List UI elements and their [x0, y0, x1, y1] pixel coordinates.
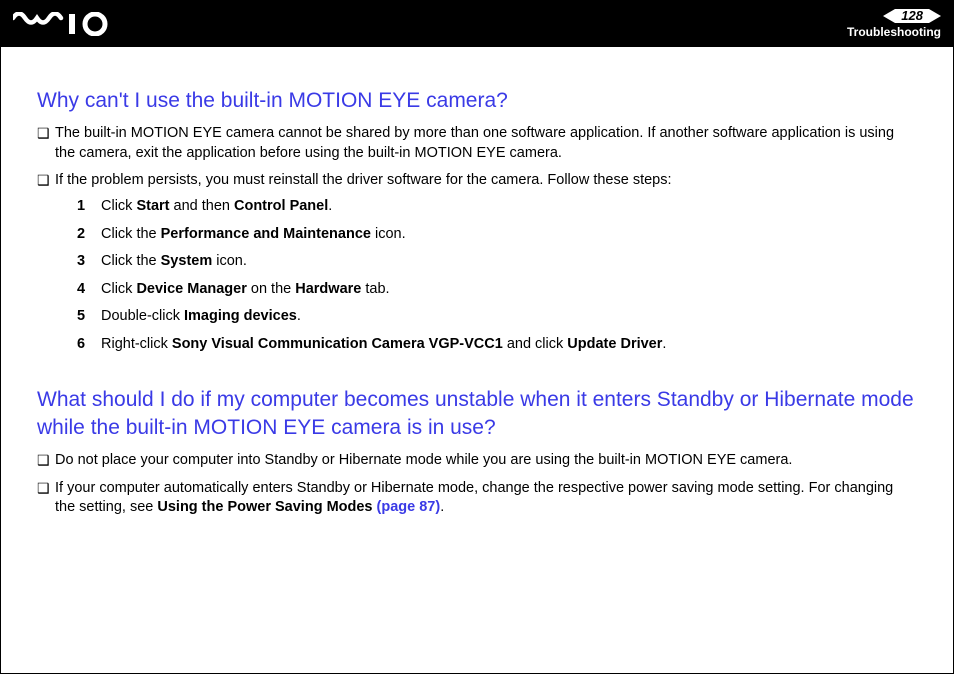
page-content: Why can't I use the built-in MOTION EYE … — [1, 47, 953, 518]
step-item: Double-click Imaging devices. — [77, 307, 917, 327]
bullet-icon: ❑ — [37, 124, 55, 143]
list-item: ❑ If the problem persists, you must rein… — [37, 171, 917, 362]
steps-list: Click Start and then Control Panel. Clic… — [55, 197, 917, 354]
header-bar: 128 Troubleshooting — [1, 1, 953, 47]
prev-page-arrow-icon[interactable] — [883, 9, 895, 23]
list-item: ❑ The built-in MOTION EYE camera cannot … — [37, 124, 917, 163]
list-item: ❑ Do not place your computer into Standb… — [37, 451, 917, 471]
bullet-list-1: ❑ The built-in MOTION EYE camera cannot … — [37, 124, 917, 362]
bullet-icon: ❑ — [37, 479, 55, 498]
bullet-list-2: ❑ Do not place your computer into Standb… — [37, 451, 917, 518]
page-number: 128 — [895, 9, 929, 23]
bullet-text: Do not place your computer into Standby … — [55, 451, 917, 471]
heading-2: What should I do if my computer becomes … — [37, 386, 917, 441]
vaio-logo — [13, 12, 123, 36]
step-item: Click Device Manager on the Hardware tab… — [77, 280, 917, 300]
heading-1: Why can't I use the built-in MOTION EYE … — [37, 87, 917, 114]
bullet-text: If the problem persists, you must reinst… — [55, 171, 917, 362]
bullet-text: The built-in MOTION EYE camera cannot be… — [55, 124, 917, 163]
page-ref-link[interactable]: (page 87) — [377, 499, 441, 515]
bullet-text: If your computer automatically enters St… — [55, 479, 917, 518]
step-item: Click Start and then Control Panel. — [77, 197, 917, 217]
list-item: ❑ If your computer automatically enters … — [37, 479, 917, 518]
step-item: Right-click Sony Visual Communication Ca… — [77, 335, 917, 355]
bullet-icon: ❑ — [37, 171, 55, 190]
step-item: Click the System icon. — [77, 252, 917, 272]
bullet-icon: ❑ — [37, 451, 55, 470]
step-item: Click the Performance and Maintenance ic… — [77, 225, 917, 245]
page-nav: 128 — [883, 9, 941, 23]
header-right: 128 Troubleshooting — [847, 9, 941, 39]
next-page-arrow-icon[interactable] — [929, 9, 941, 23]
section-label: Troubleshooting — [847, 25, 941, 39]
